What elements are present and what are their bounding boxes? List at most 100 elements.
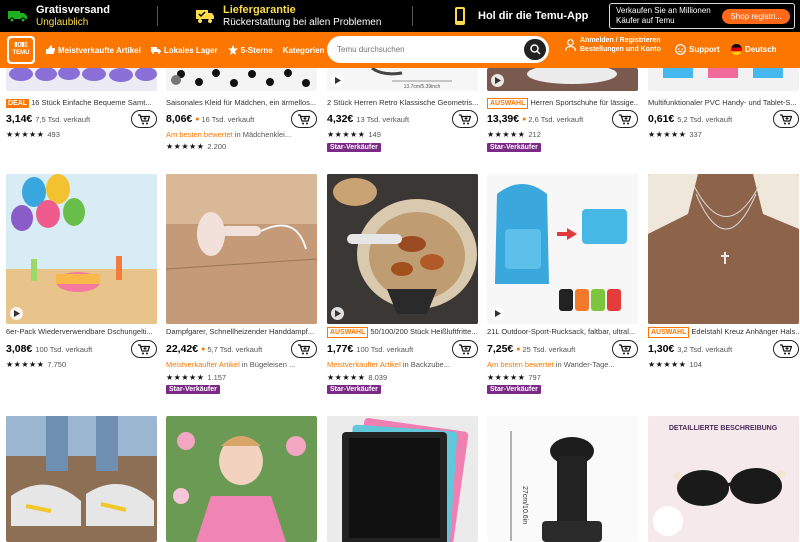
product-image[interactable] xyxy=(166,174,317,324)
product-image[interactable]: 13.7cm/5.39inch xyxy=(327,68,478,91)
airfryer-liner-image xyxy=(327,174,478,324)
product-card[interactable]: 13.7cm/5.39inch 2 Stück Herren Retro Kla… xyxy=(327,68,478,153)
video-play-icon[interactable] xyxy=(331,307,344,320)
category-badge[interactable]: Am besten bewertet in Wander-Tage... xyxy=(487,360,638,369)
auswahl-tag: AUSWAHL xyxy=(648,327,690,338)
flame-icon: ● xyxy=(195,115,200,123)
product-title-text[interactable]: 6er-Pack Wiederverwendbare Dschungelti..… xyxy=(6,327,157,336)
nav-five-stars[interactable]: 5-Sterne xyxy=(227,45,273,55)
star-icon xyxy=(227,45,238,55)
product-title[interactable]: AUSWAHL Herren Sportschuhe für lässige... xyxy=(487,98,638,109)
product-card[interactable] xyxy=(166,416,317,542)
product-image[interactable] xyxy=(6,68,157,91)
product-card[interactable]: AUSWAHL Edelstahl Kreuz Anhänger Hals... … xyxy=(648,174,799,394)
price-row: 4,32€ 13 Tsd. verkauft xyxy=(327,110,478,128)
product-image[interactable]: DETAILLIERTE BESCHREIBUNG xyxy=(648,416,799,542)
category-badge[interactable]: Am besten bewertet in Mädchenklei... xyxy=(166,130,317,139)
product-image[interactable] xyxy=(327,416,478,542)
product-title-text[interactable]: 21L Outdoor-Sport-Rucksack, faltbar, ult… xyxy=(487,327,638,336)
product-title-text: 16 Stück Einfache Bequeme Samt... xyxy=(31,98,152,107)
product-card[interactable]: Saisonales Kleid für Mädchen, ein ärmell… xyxy=(166,68,317,153)
product-image[interactable] xyxy=(6,174,157,324)
support-link[interactable]: Support xyxy=(675,44,720,55)
logo-mark: ▮▯▮▯ TEMU xyxy=(9,38,33,62)
product-card[interactable] xyxy=(6,416,157,542)
product-image[interactable] xyxy=(327,174,478,324)
product-image[interactable] xyxy=(487,174,638,324)
video-play-icon[interactable] xyxy=(10,307,23,320)
product-image[interactable]: 27cm/10.6in xyxy=(487,416,638,542)
rating-row: ★★★★★ 212 xyxy=(487,130,541,139)
search-button[interactable] xyxy=(524,39,546,60)
nav-local-warehouse[interactable]: Lokales Lager xyxy=(150,45,218,55)
handheld-steamer-image: 27cm/10.6in xyxy=(487,416,638,542)
app-download-banner[interactable]: Hol dir die Temu-App xyxy=(412,0,607,32)
video-play-icon[interactable] xyxy=(331,74,344,87)
price-row: 3,14€ 7,5 Tsd. verkauft xyxy=(6,110,157,128)
language-selector[interactable]: Deutsch xyxy=(731,44,777,55)
product-card[interactable]: 21L Outdoor-Sport-Rucksack, faltbar, ult… xyxy=(487,174,638,394)
product-card[interactable] xyxy=(327,416,478,542)
seller-banner[interactable]: Verkaufen Sie an Millionen Käufer auf Te… xyxy=(607,0,800,32)
sold-count: 25 Tsd. verkauft xyxy=(522,344,576,354)
star-seller-label: Star-Verkäufer xyxy=(330,144,378,151)
add-to-cart-button[interactable] xyxy=(131,340,157,358)
video-play-icon[interactable] xyxy=(491,74,504,87)
add-to-cart-button[interactable] xyxy=(612,340,638,358)
product-title-text[interactable]: Dampfgarer, Schnellheizender Handdampf..… xyxy=(166,327,317,336)
product-image[interactable] xyxy=(166,416,317,542)
search-bar[interactable] xyxy=(327,36,549,63)
add-to-cart-button[interactable] xyxy=(131,110,157,128)
category-badge[interactable]: Meistverkaufter Artikel in Bügeleisen ..… xyxy=(166,360,317,369)
nav-bestsellers[interactable]: Meistverkaufte Artikel xyxy=(45,45,141,55)
product-card[interactable]: 27cm/10.6in xyxy=(487,416,638,542)
product-title[interactable]: AUSWAHL Edelstahl Kreuz Anhänger Hals... xyxy=(648,327,799,338)
add-to-cart-button[interactable] xyxy=(291,340,317,358)
product-card[interactable]: AUSWAHL Herren Sportschuhe für lässige...… xyxy=(487,68,638,153)
add-to-cart-button[interactable] xyxy=(452,340,478,358)
product-title[interactable]: DEAL 16 Stück Einfache Bequeme Samt... xyxy=(6,98,157,108)
user-icon xyxy=(565,39,576,51)
star-seller-label: Star-Verkäufer xyxy=(490,386,538,393)
price-row: 0,61€ 5,2 Tsd. verkauft xyxy=(648,110,799,128)
product-title-text[interactable]: 2 Stück Herren Retro Klassische Geometri… xyxy=(327,98,478,107)
video-play-icon[interactable] xyxy=(491,307,504,320)
product-card[interactable]: DEAL 16 Stück Einfache Bequeme Samt... 3,… xyxy=(6,68,157,153)
account-menu[interactable]: Anmelden / Registrieren Bestellungen und… xyxy=(565,36,661,54)
search-input[interactable] xyxy=(337,45,517,54)
product-card[interactable]: AUSWAHL 50/100/200 Stück Heißluftfritte..… xyxy=(327,174,478,394)
add-to-cart-button[interactable] xyxy=(773,340,799,358)
product-title-text[interactable]: Saisonales Kleid für Mädchen, ein ärmell… xyxy=(166,98,317,107)
add-to-cart-button[interactable] xyxy=(291,110,317,128)
seller-box[interactable]: Verkaufen Sie an Millionen Käufer auf Te… xyxy=(609,3,795,29)
temu-logo[interactable]: ▮▯▮▯ TEMU xyxy=(7,36,35,64)
add-to-cart-button[interactable] xyxy=(452,110,478,128)
product-title-text[interactable]: Multifunktionaler PVC Handy- und Tablet-… xyxy=(648,98,799,107)
add-to-cart-button[interactable] xyxy=(612,110,638,128)
free-shipping-banner[interactable]: Gratisversand Unglaublich xyxy=(0,0,157,32)
product-title[interactable]: AUSWAHL 50/100/200 Stück Heißluftfritte..… xyxy=(327,327,478,338)
product-card[interactable]: 6er-Pack Wiederverwendbare Dschungelti..… xyxy=(6,174,157,394)
delivery-guarantee-banner[interactable]: Liefergarantie Rückerstattung bei allen … xyxy=(157,0,412,32)
badge-category: in Backzube... xyxy=(400,360,450,369)
product-card[interactable]: Dampfgarer, Schnellheizender Handdampf..… xyxy=(166,174,317,394)
product-price: 22,42€ xyxy=(166,343,199,355)
product-image[interactable] xyxy=(487,68,638,91)
cart-icon xyxy=(138,343,150,354)
product-title-text: Edelstahl Kreuz Anhänger Hals... xyxy=(691,327,799,336)
product-image[interactable] xyxy=(166,68,317,91)
nav-five-stars-label: 5-Sterne xyxy=(240,45,273,55)
category-badge[interactable]: Meistverkaufter Artikel in Backzube... xyxy=(327,360,478,369)
star-seller-label: Star-Verkäufer xyxy=(490,144,538,151)
product-image[interactable] xyxy=(648,68,799,91)
shoe-image xyxy=(527,68,617,84)
seller-register-button[interactable]: Shop registri... xyxy=(722,9,790,24)
product-card[interactable]: Multifunktionaler PVC Handy- und Tablet-… xyxy=(648,68,799,153)
backpack-image xyxy=(487,174,638,324)
product-image[interactable] xyxy=(648,174,799,324)
product-image[interactable] xyxy=(6,416,157,542)
product-card[interactable]: DETAILLIERTE BESCHREIBUNG xyxy=(648,416,799,542)
cart-icon xyxy=(459,113,471,124)
add-to-cart-button[interactable] xyxy=(773,110,799,128)
support-icon xyxy=(675,44,686,55)
